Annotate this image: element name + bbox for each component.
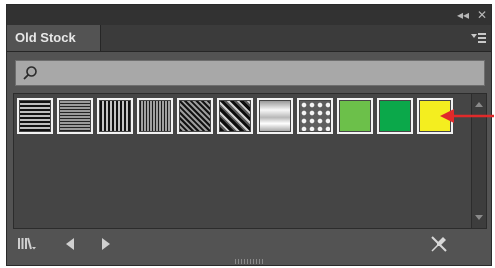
swatch-silver-gradient[interactable]: [257, 98, 293, 134]
previous-library-icon[interactable]: [61, 235, 81, 253]
panel-menu-icon[interactable]: [471, 31, 487, 45]
swatch-diagonal-lines[interactable]: [177, 98, 213, 134]
menu-line: [478, 37, 486, 39]
chevron-down-icon: [471, 34, 477, 38]
search-input[interactable]: [42, 64, 476, 84]
menu-line: [478, 41, 486, 43]
swatch-horizontal-lines-thick[interactable]: [17, 98, 53, 134]
double-chevron-left-icon[interactable]: ◂◂: [457, 8, 469, 22]
swatch-horizontal-lines-thin[interactable]: [57, 98, 93, 134]
panel-bottom-bar: [7, 231, 491, 257]
swatch-grid: [13, 93, 487, 229]
swatch-dots[interactable]: [297, 98, 333, 134]
swatch-diagonal-gradient-stripes[interactable]: [217, 98, 253, 134]
menu-line: [478, 33, 486, 35]
swatch-vertical-lines[interactable]: [97, 98, 133, 134]
swatch-library-panel: ◂◂ ✕ Old Stock: [6, 4, 492, 266]
swatch-vertical-lines-fine[interactable]: [137, 98, 173, 134]
swatch-green[interactable]: [337, 98, 373, 134]
pen-tool-slash-icon[interactable]: [429, 235, 449, 253]
search-icon: [23, 66, 37, 80]
swatch-green-dark[interactable]: [377, 98, 413, 134]
resize-grip[interactable]: [235, 259, 265, 264]
red-arrow-annotation: [440, 109, 494, 123]
next-library-icon[interactable]: [95, 235, 115, 253]
search-field[interactable]: [15, 60, 485, 86]
scroll-down-icon[interactable]: [475, 215, 483, 220]
tab-old-stock[interactable]: Old Stock: [7, 25, 101, 51]
close-icon[interactable]: ✕: [477, 8, 487, 22]
panel-tab-row: Old Stock: [7, 25, 491, 52]
panel-titlebar: ◂◂ ✕: [7, 5, 491, 26]
swatch-libraries-menu-icon[interactable]: [17, 235, 37, 253]
